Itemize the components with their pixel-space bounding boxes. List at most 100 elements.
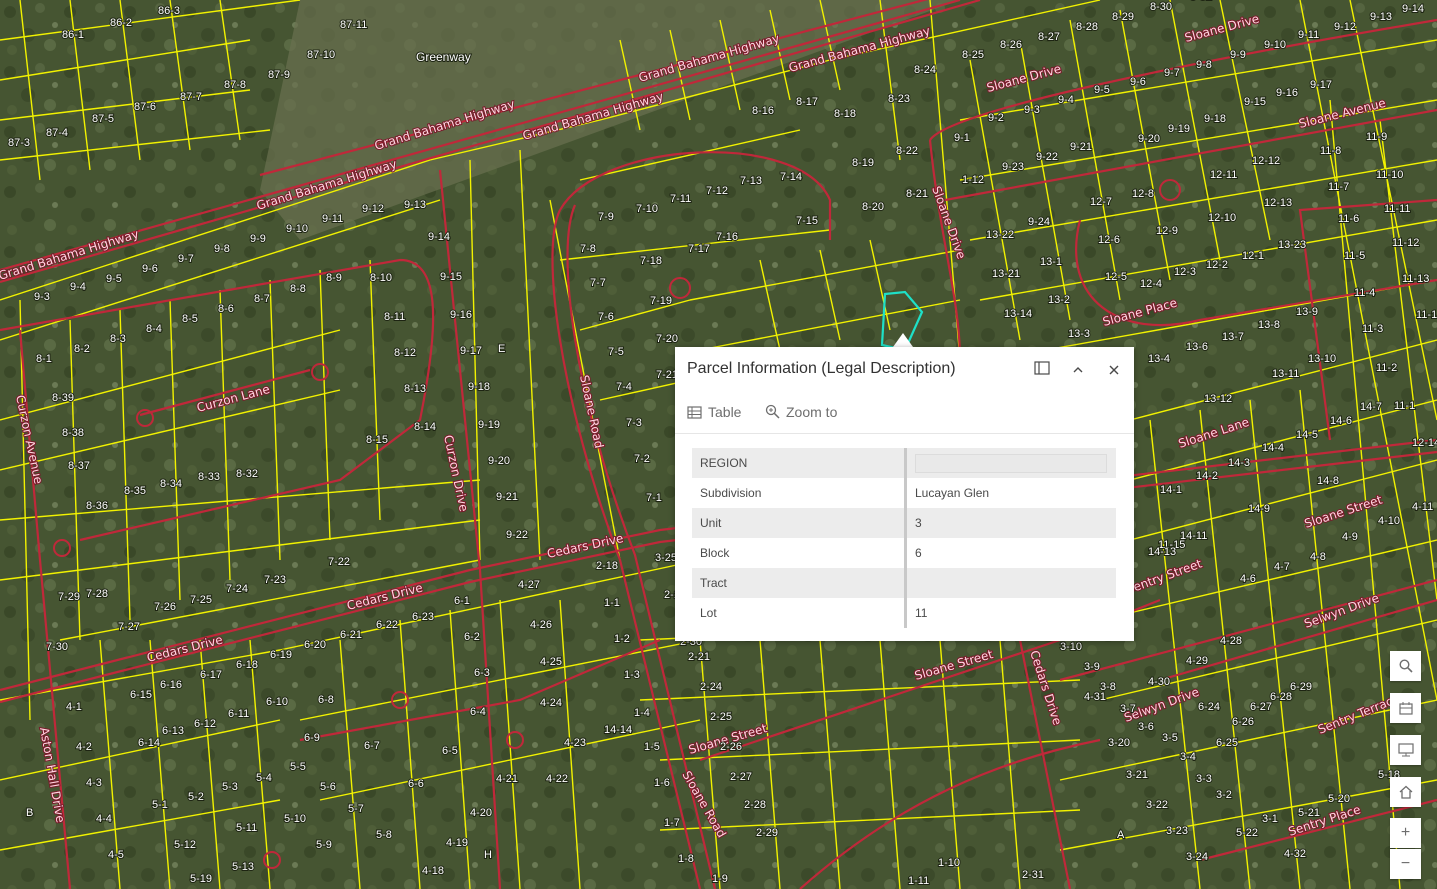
lot-label: 13-1	[1040, 256, 1062, 268]
lot-label: 7-13	[740, 175, 762, 187]
lot-label: 7-17	[688, 243, 710, 255]
lot-label: 8-14	[414, 421, 436, 433]
lot-label: 6-12	[194, 718, 216, 730]
lot-label: 2-27	[730, 771, 752, 783]
lot-label: 7-26	[154, 601, 176, 613]
lot-label: 11-2	[1376, 362, 1397, 374]
lot-label: 8-10	[370, 272, 392, 284]
lot-label: 14-3	[1228, 457, 1250, 469]
lot-label: 6-17	[200, 669, 222, 681]
dock-button[interactable]	[1033, 361, 1051, 379]
lot-label: 7-12	[706, 185, 728, 197]
lot-label: 4-4	[96, 813, 112, 825]
lot-label: 9-14	[428, 231, 450, 243]
lot-label: 5-12	[174, 839, 196, 851]
lot-label: 6-9	[304, 732, 320, 744]
lot-label: 6-8	[318, 694, 334, 706]
lot-label: 8-27	[1038, 31, 1060, 43]
lot-label: 7-11	[670, 193, 691, 205]
lot-label: 9-4	[1058, 94, 1074, 106]
lot-label: 7-24	[226, 583, 248, 595]
lot-label: 3-4	[1180, 751, 1196, 763]
popup-title: Parcel Information (Legal Description)	[687, 360, 956, 377]
lot-label: 6-19	[270, 649, 292, 661]
lot-label: 6-25	[1216, 737, 1238, 749]
lot-label: 5-13	[232, 861, 254, 873]
lot-label: 12-7	[1090, 196, 1112, 208]
lot-label: 14-6	[1330, 415, 1352, 427]
lot-label: 2-18	[596, 560, 618, 572]
lot-label: 4-25	[540, 656, 562, 668]
lot-label: 12-9	[1156, 225, 1178, 237]
lot-label: 8-22	[896, 145, 918, 157]
lot-label: 5-3	[222, 781, 238, 793]
field-key: Subdivision	[692, 478, 907, 508]
lot-label: 12-11	[1210, 169, 1237, 181]
lot-label: 1-3	[624, 669, 640, 681]
lot-label: 12-6	[1098, 234, 1120, 246]
zoom-in-button[interactable]: +	[1390, 818, 1421, 848]
attribute-table-wrap: REGION Subdivision Lucayan Glen Unit 3 B…	[692, 448, 1116, 628]
lot-label: 4-18	[422, 865, 444, 877]
lot-label: 11-12	[1392, 237, 1419, 249]
lot-label: 14-1	[1160, 484, 1182, 496]
lot-label: 13-21	[992, 268, 1020, 280]
lot-label: 4-19	[446, 837, 468, 849]
lot-label: 7-25	[190, 594, 212, 606]
lot-label: 87-7	[180, 91, 202, 103]
lot-label: 8-29	[1112, 11, 1134, 23]
lot-label: 2-31	[1022, 869, 1044, 881]
field-key: Block	[692, 538, 907, 568]
lot-label: 4-1	[66, 701, 82, 713]
lot-label: 6-10	[266, 696, 288, 708]
lot-label: 12-1	[1242, 250, 1264, 262]
lot-label: 8-38	[62, 427, 84, 439]
lot-label: 6-2	[464, 631, 480, 643]
lot-label: 11-13	[1402, 273, 1429, 285]
zoom-out-button[interactable]: −	[1390, 849, 1421, 879]
lot-label: 7-5	[608, 346, 624, 358]
lot-label: 8-32	[236, 468, 258, 480]
search-button[interactable]	[1390, 651, 1421, 681]
lot-label: 9-7	[178, 253, 194, 265]
lot-label: 4-5	[108, 849, 124, 861]
lot-label: 3-7	[1120, 703, 1136, 715]
screen-button[interactable]	[1390, 735, 1421, 765]
lot-label: 2-26	[720, 741, 742, 753]
lot-label: 3-22	[1146, 799, 1168, 811]
lot-label: 8-1	[36, 353, 52, 365]
lot-label: 1-7	[664, 817, 680, 829]
lot-label: 14-2	[1196, 470, 1218, 482]
lot-label: 7-9	[598, 211, 614, 223]
lot-label: 9-10	[286, 223, 308, 235]
lot-label: 1-6	[654, 777, 670, 789]
collapse-button[interactable]	[1069, 361, 1087, 379]
lot-label: 7-18	[640, 255, 662, 267]
lot-label: 7-30	[46, 641, 68, 653]
lot-label: 14-7	[1360, 401, 1382, 413]
lot-label: 5-10	[284, 813, 306, 825]
lot-label: 8-15	[366, 434, 388, 446]
basemap-button[interactable]	[1390, 693, 1421, 723]
lot-label: 6-29	[1290, 681, 1312, 693]
home-button[interactable]	[1390, 777, 1421, 807]
lot-label: 9-12	[362, 203, 384, 215]
table-action[interactable]: Table	[687, 404, 741, 420]
lot-label: 86-3	[158, 5, 180, 17]
lot-label: 9-11	[322, 213, 343, 225]
lot-label: 9-9	[250, 233, 266, 245]
lot-label: 11-5	[1344, 250, 1365, 262]
lot-label: 6-7	[364, 740, 380, 752]
lot-label: 9-6	[1130, 76, 1146, 88]
lot-label: 8-19	[852, 157, 874, 169]
lot-label: 7-8	[580, 243, 596, 255]
zoom-to-action[interactable]: Zoom to	[765, 404, 837, 420]
lot-label: 9-8	[1196, 59, 1212, 71]
lot-label: 1-1	[604, 597, 620, 609]
close-button[interactable]	[1105, 361, 1123, 379]
lot-label: 8-7	[254, 293, 270, 305]
lot-label: 3-23	[1166, 825, 1188, 837]
field-key: Lot	[692, 598, 907, 628]
lot-label: 9-16	[1276, 87, 1298, 99]
field-key: Unit	[692, 508, 907, 538]
